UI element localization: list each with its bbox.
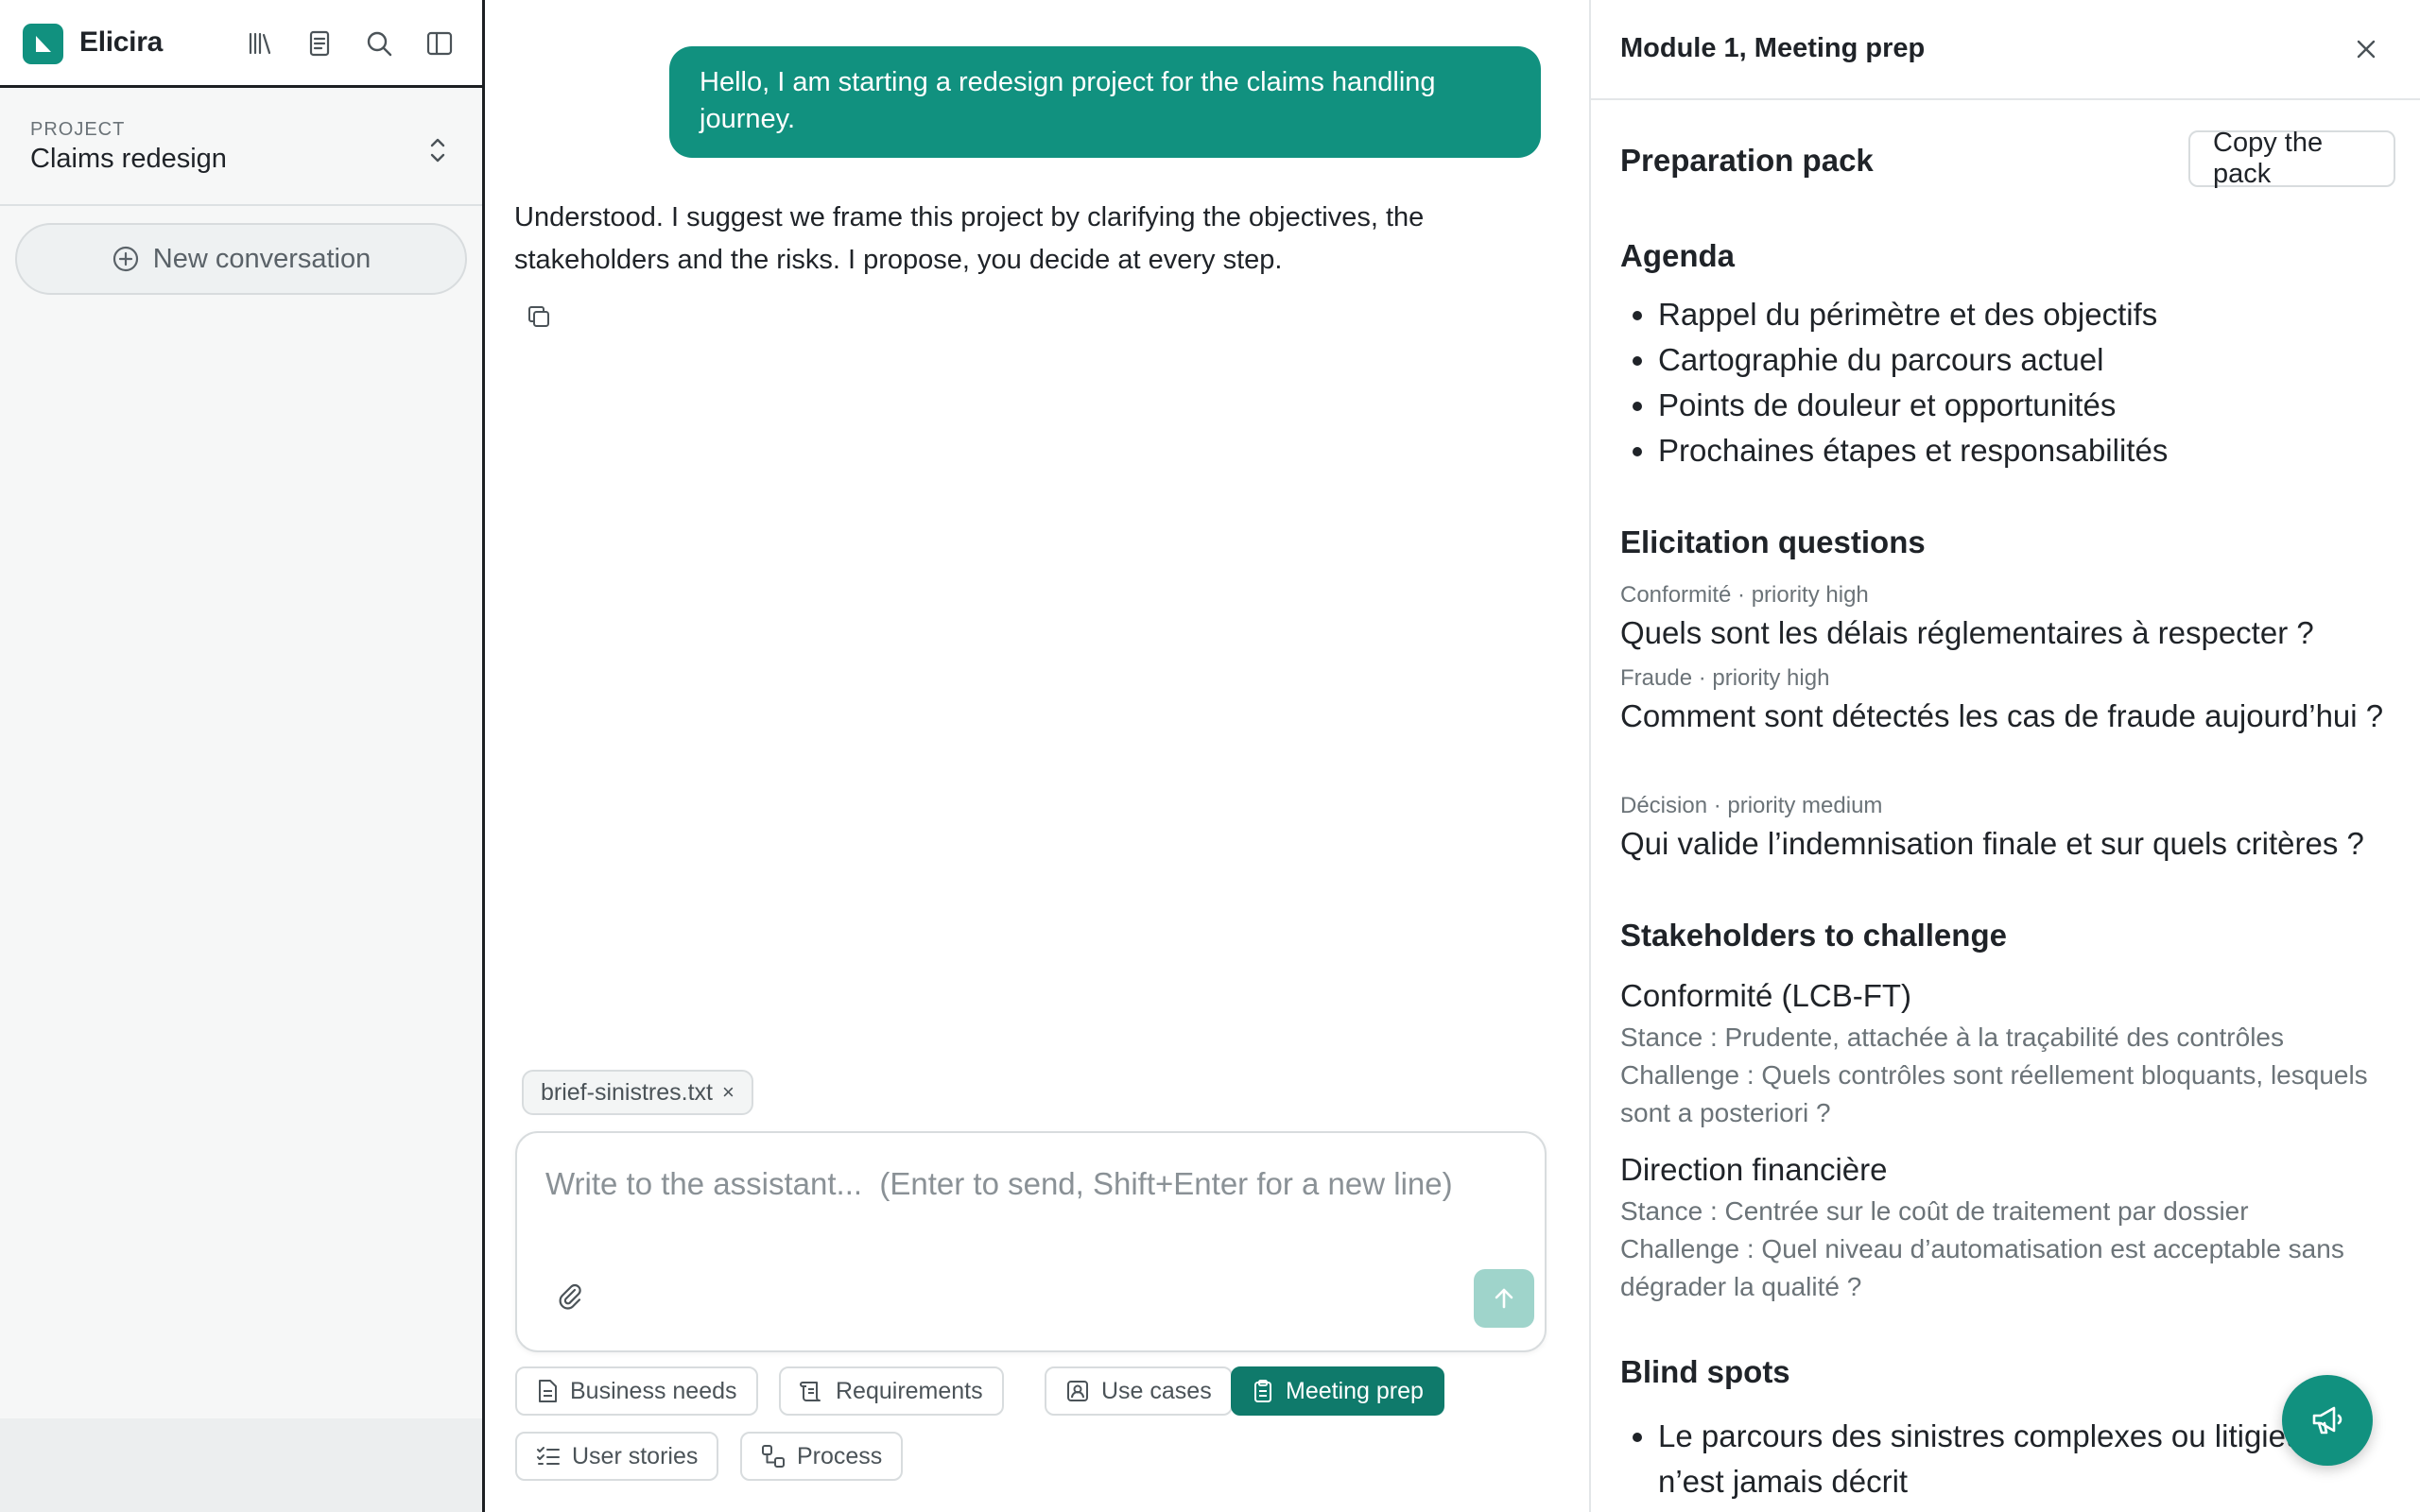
paperclip-icon[interactable]	[551, 1277, 589, 1314]
question-meta: Décision · priority medium	[1620, 793, 1883, 818]
questions-title: Elicitation questions	[1620, 524, 1926, 559]
plus-circle-icon	[112, 246, 138, 272]
sidebar-footer	[0, 1418, 482, 1512]
mode-label: Process	[797, 1442, 883, 1469]
clipboard-icon	[1254, 1380, 1271, 1402]
arrow-up-icon	[1495, 1288, 1513, 1309]
stakeholder-name: Conformité (LCB-FT)	[1620, 978, 1912, 1013]
copy-icon[interactable]	[524, 301, 554, 333]
stakeholders-title: Stakeholders to challenge	[1620, 918, 2007, 953]
assistant-message: Understood. I suggest we frame this proj…	[514, 202, 1425, 275]
checklist-icon	[537, 1447, 560, 1465]
project-label: PROJECT	[30, 119, 126, 140]
blind-spots-title: Blind spots	[1620, 1354, 1790, 1389]
document-icon	[539, 1380, 557, 1402]
mode-use-cases[interactable]: Use cases	[1045, 1366, 1233, 1416]
close-icon[interactable]	[2347, 30, 2385, 68]
stakeholder-challenge: Challenge : Quel niveau d’automatisation…	[1620, 1234, 2344, 1301]
feedback-button[interactable]	[2282, 1375, 2373, 1466]
megaphone-icon	[2312, 1406, 2342, 1435]
mode-requirements[interactable]: Requirements	[779, 1366, 1004, 1416]
chevron-up-down-icon[interactable]	[423, 131, 453, 169]
chat-area: Hello, I am starting a redesign project …	[485, 0, 1589, 1512]
project-selector[interactable]: PROJECT Claims redesign	[0, 91, 482, 206]
question-meta: Conformité · priority high	[1620, 582, 1869, 608]
message-input[interactable]	[545, 1156, 1510, 1212]
document-icon[interactable]	[302, 26, 337, 61]
sidebar: Elicira PROJECT Claims redesign New conv…	[0, 0, 485, 1512]
blind-spots-list: Le parcours des sinistres complexes ou l…	[1658, 1414, 2320, 1504]
attachment-filename: brief-sinistres.txt	[541, 1078, 713, 1106]
sidebar-toggle-icon[interactable]	[422, 26, 458, 61]
agenda-list: Rappel du périmètre et des objectifs Car…	[1658, 292, 2168, 473]
mode-label: Meeting prep	[1286, 1377, 1424, 1404]
stakeholder-name: Direction financière	[1620, 1152, 1888, 1187]
new-conversation-label: New conversation	[152, 243, 372, 274]
panel-header: Module 1, Meeting prep	[1591, 0, 2420, 100]
list-item: Rappel du périmètre et des objectifs	[1658, 292, 2168, 337]
app-logo	[23, 24, 63, 64]
copy-pack-button[interactable]: Copy the pack	[2188, 128, 2395, 189]
question-text: Comment sont détectés les cas de fraude …	[1620, 698, 2384, 733]
panel-title: Module 1, Meeting prep	[1620, 33, 1926, 63]
library-icon[interactable]	[242, 26, 278, 61]
mode-label: User stories	[572, 1442, 699, 1469]
mode-label: Use cases	[1101, 1377, 1212, 1404]
stakeholder-challenge: Challenge : Quels contrôles sont réellem…	[1620, 1060, 2368, 1127]
user-card-icon	[1067, 1381, 1088, 1401]
remove-attachment-button[interactable]: ×	[722, 1080, 735, 1105]
search-icon[interactable]	[361, 26, 397, 61]
brand-bar: Elicira	[0, 0, 482, 88]
attachment-chip: brief-sinistres.txt ×	[522, 1070, 753, 1115]
flow-icon	[762, 1445, 785, 1468]
list-item: Le parcours des sinistres complexes ou l…	[1658, 1414, 2320, 1504]
scroll-icon	[800, 1382, 821, 1401]
new-conversation-button[interactable]: New conversation	[15, 223, 467, 295]
agenda-title: Agenda	[1620, 238, 1736, 273]
pack-title: Preparation pack	[1620, 143, 1874, 178]
question-text: Quels sont les délais réglementaires à r…	[1620, 615, 2314, 650]
meeting-prep-panel: Module 1, Meeting prep Preparation pack …	[1589, 0, 2420, 1512]
composer	[515, 1131, 1547, 1352]
app-name: Elicira	[79, 26, 163, 58]
mode-business-needs[interactable]: Business needs	[515, 1366, 758, 1416]
stakeholder-stance: Stance : Centrée sur le coût de traiteme…	[1620, 1196, 2249, 1226]
question-meta: Fraude · priority high	[1620, 665, 1830, 691]
mode-meeting-prep[interactable]: Meeting prep	[1231, 1366, 1444, 1416]
mode-label: Requirements	[836, 1377, 983, 1404]
stakeholder-stance: Stance : Prudente, attachée à la traçabi…	[1620, 1022, 2284, 1052]
user-message: Hello, I am starting a redesign project …	[669, 46, 1541, 158]
mode-label: Business needs	[570, 1377, 737, 1404]
send-button[interactable]	[1474, 1269, 1534, 1328]
list-item: Cartographie du parcours actuel	[1658, 337, 2168, 383]
mode-user-stories[interactable]: User stories	[515, 1432, 719, 1481]
project-name: Claims redesign	[30, 144, 227, 174]
list-item: Prochaines étapes et responsabilités	[1658, 428, 2168, 473]
question-text: Qui valide l’indemnisation finale et sur…	[1620, 826, 2364, 861]
mode-process[interactable]: Process	[740, 1432, 904, 1481]
list-item: Points de douleur et opportunités	[1658, 383, 2168, 428]
